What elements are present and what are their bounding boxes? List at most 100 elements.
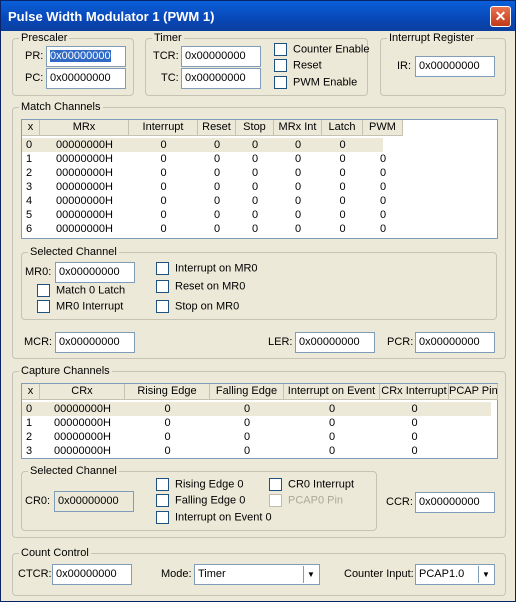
match-latch-checkbox[interactable]: Match 0 Latch [37,284,125,297]
interrupt-on-event-checkbox[interactable]: Interrupt on Event 0 [156,511,272,524]
mcr-field[interactable]: 0x00000000 [55,332,135,353]
match-table-cell: 0 [213,195,221,207]
match-table-row[interactable]: 1 00000000H 0 0 0 0 0 0 [22,152,497,166]
cr0-interrupt-checkbox[interactable]: CR0 Interrupt [269,478,354,491]
close-button[interactable]: ✕ [490,6,511,27]
ir-label: IR: [397,60,412,72]
stop-on-mr0-checkbox[interactable]: Stop on MR0 [156,300,239,313]
pcr-field[interactable]: 0x00000000 [415,332,495,353]
cr0-field: 0x00000000 [54,491,134,512]
match-table-cell: 0 [160,181,167,193]
match-table-cell: 0 [339,139,346,151]
match-header-cell[interactable]: Reset [198,120,236,136]
match-table-row[interactable]: 6 00000000H 0 0 0 0 0 0 [22,222,497,236]
match-table-cell: 00000000H [56,153,113,165]
ctcr-field[interactable]: 0x00000000 [52,564,132,585]
match-header-cell[interactable]: Latch [322,120,363,136]
chevron-down-icon[interactable]: ▼ [303,566,318,583]
capture-table-cell: 0 [243,403,251,415]
interrupt-register-legend: Interrupt Register [387,32,476,45]
match-table-cell: 0 [213,139,221,151]
capture-table[interactable]: x CRx Rising Edge Falling Edge Interrupt on … [21,383,498,459]
match-table-cell: 0 [213,223,221,235]
match-channels-legend: Match Channels [19,101,103,114]
dialog-window: Pulse Width Modulator 1 (PWM 1) ✕ Presca… [0,0,516,602]
capture-header-cell[interactable]: Rising Edge [125,384,210,400]
chevron-down-icon[interactable]: ▼ [478,566,493,583]
checkbox-box [156,478,169,491]
capture-table-cell [449,444,498,458]
capture-header-cell[interactable]: PCAP Pin [449,384,498,400]
prescaler-legend: Prescaler [19,32,70,45]
falling-edge-checkbox[interactable]: Falling Edge 0 [156,494,245,507]
capture-table-cell: 0 [328,445,336,457]
match-table-cell: 0 [251,139,259,151]
pwm-enable-checkbox[interactable]: PWM Enable [274,76,357,89]
capture-table-cell: 0 [243,431,251,443]
capture-table-row[interactable]: 2 00000000H 0 0 0 0 [22,430,497,444]
match-table-row[interactable]: 4 00000000H 0 0 0 0 0 0 [22,194,497,208]
match-table-cell: 0 [160,139,167,151]
match-table-row[interactable]: 0 00000000H 0 0 0 0 0 [22,138,497,152]
mr0-field[interactable]: 0x00000000 [55,262,135,283]
pc-field[interactable]: 0x00000000 [46,68,126,89]
reset-on-mr0-checkbox[interactable]: Reset on MR0 [156,280,245,293]
checkbox-box [269,478,282,491]
title-bar[interactable]: Pulse Width Modulator 1 (PWM 1) ✕ [1,1,515,31]
tcr-field[interactable]: 0x00000000 [181,46,261,67]
match-table-cell: 00000000H [56,181,113,193]
match-table-cell: 0 [251,167,259,179]
counter-input-dropdown[interactable]: PCAP1.0 ▼ [415,564,495,585]
rising-edge-checkbox[interactable]: Rising Edge 0 [156,478,244,491]
tc-field[interactable]: 0x00000000 [181,68,261,89]
capture-table-cell: 00000000H [54,417,111,429]
capture-table-row[interactable]: 0 00000000H 0 0 0 0 [22,402,497,416]
capture-table-row[interactable]: 1 00000000H 0 0 0 0 [22,416,497,430]
checkbox-box [269,494,282,507]
ccr-field[interactable]: 0x00000000 [415,492,495,513]
match-table-cell: 0 [339,167,346,179]
match-table-cell: 2 [26,167,33,179]
capture-header-cell[interactable]: Falling Edge [210,384,284,400]
capture-table-cell: 0 [243,445,251,457]
mcr-label: MCR: [24,336,53,348]
match-header-cell[interactable]: MRx [40,120,129,136]
capture-table-row[interactable]: 3 00000000H 0 0 0 0 [22,444,497,458]
pr-field[interactable]: 0x00000000 [46,46,126,67]
ctcr-label: CTCR: [18,568,52,580]
match-table-row[interactable]: 3 00000000H 0 0 0 0 0 0 [22,180,497,194]
match-table-cell: 0 [379,223,387,235]
counter-input-value: PCAP1.0 [419,568,465,580]
interrupt-on-mr0-checkbox[interactable]: Interrupt on MR0 [156,262,258,275]
counter-enable-checkbox[interactable]: Counter Enable [274,43,369,56]
match-header-cell[interactable]: MRx Int [274,120,322,136]
match-header-cell[interactable]: Stop [236,120,274,136]
checkbox-box [156,511,169,524]
capture-table-cell: 0 [411,431,418,443]
capture-table-cell: 0 [164,417,171,429]
count-control-legend: Count Control [19,547,91,560]
match-table[interactable]: x MRx Interrupt Reset Stop MRx Int Latch PWM 0 00… [21,119,498,239]
capture-channels-legend: Capture Channels [19,365,112,378]
mode-dropdown[interactable]: Timer ▼ [194,564,320,585]
match-table-cell: 0 [251,195,259,207]
match-table-cell: 0 [160,223,167,235]
pr-label: PR: [25,50,44,62]
checkbox-box [156,300,169,313]
match-header-cell[interactable]: Interrupt [129,120,198,136]
match-table-cell: 4 [26,195,33,207]
capture-header-cell[interactable]: Interrupt on Event [284,384,380,400]
capture-header-cell[interactable]: x [22,384,40,400]
match-header-cell[interactable]: PWM [363,120,403,136]
capture-header-cell[interactable]: CRx Interrupt [380,384,449,400]
tcr-label: TCR: [153,50,179,62]
capture-header-cell[interactable]: CRx [40,384,125,400]
ler-field[interactable]: 0x00000000 [295,332,375,353]
match-table-row[interactable]: 2 00000000H 0 0 0 0 0 0 [22,166,497,180]
ir-field[interactable]: 0x00000000 [415,56,495,77]
match-table-row[interactable]: 5 00000000H 0 0 0 0 0 0 [22,208,497,222]
reset-checkbox[interactable]: Reset [274,59,322,72]
mr0-interrupt-checkbox[interactable]: MR0 Interrupt [37,300,123,313]
capture-table-cell: 0 [164,431,171,443]
match-header-cell[interactable]: x [22,120,40,136]
